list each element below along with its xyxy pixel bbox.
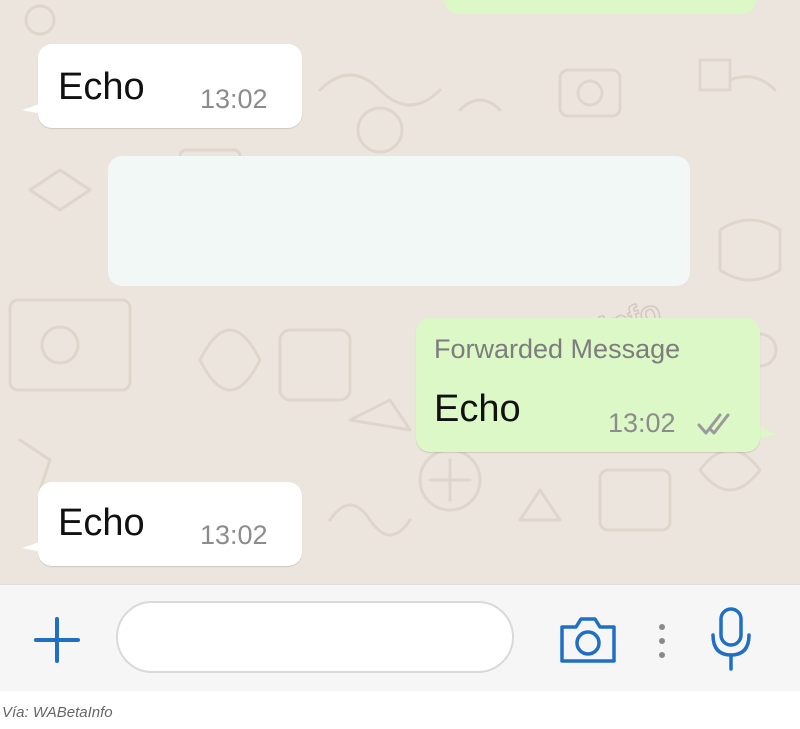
empty-message-bubble[interactable] <box>108 156 690 286</box>
more-dots-icon[interactable] <box>652 621 672 665</box>
image-caption: Vía: WABetaInfo <box>2 704 113 721</box>
message-time: 13:02 <box>608 408 676 438</box>
previous-outgoing-bubble <box>444 0 756 14</box>
message-text: Echo <box>58 502 145 544</box>
message-input[interactable] <box>116 601 514 673</box>
plus-icon[interactable] <box>30 613 84 667</box>
microphone-icon[interactable] <box>708 605 754 673</box>
forwarded-label: Forwarded Message <box>434 334 681 364</box>
message-time: 13:02 <box>200 84 268 114</box>
message-time: 13:02 <box>200 520 268 550</box>
double-check-icon <box>697 413 730 435</box>
message-text: Echo <box>434 388 521 430</box>
chat-area: @WABetaInfo Echo 13:02 Forwarded Message… <box>0 0 800 584</box>
camera-icon[interactable] <box>556 611 620 667</box>
message-text: Echo <box>58 66 145 108</box>
message-input-bar <box>0 584 800 691</box>
